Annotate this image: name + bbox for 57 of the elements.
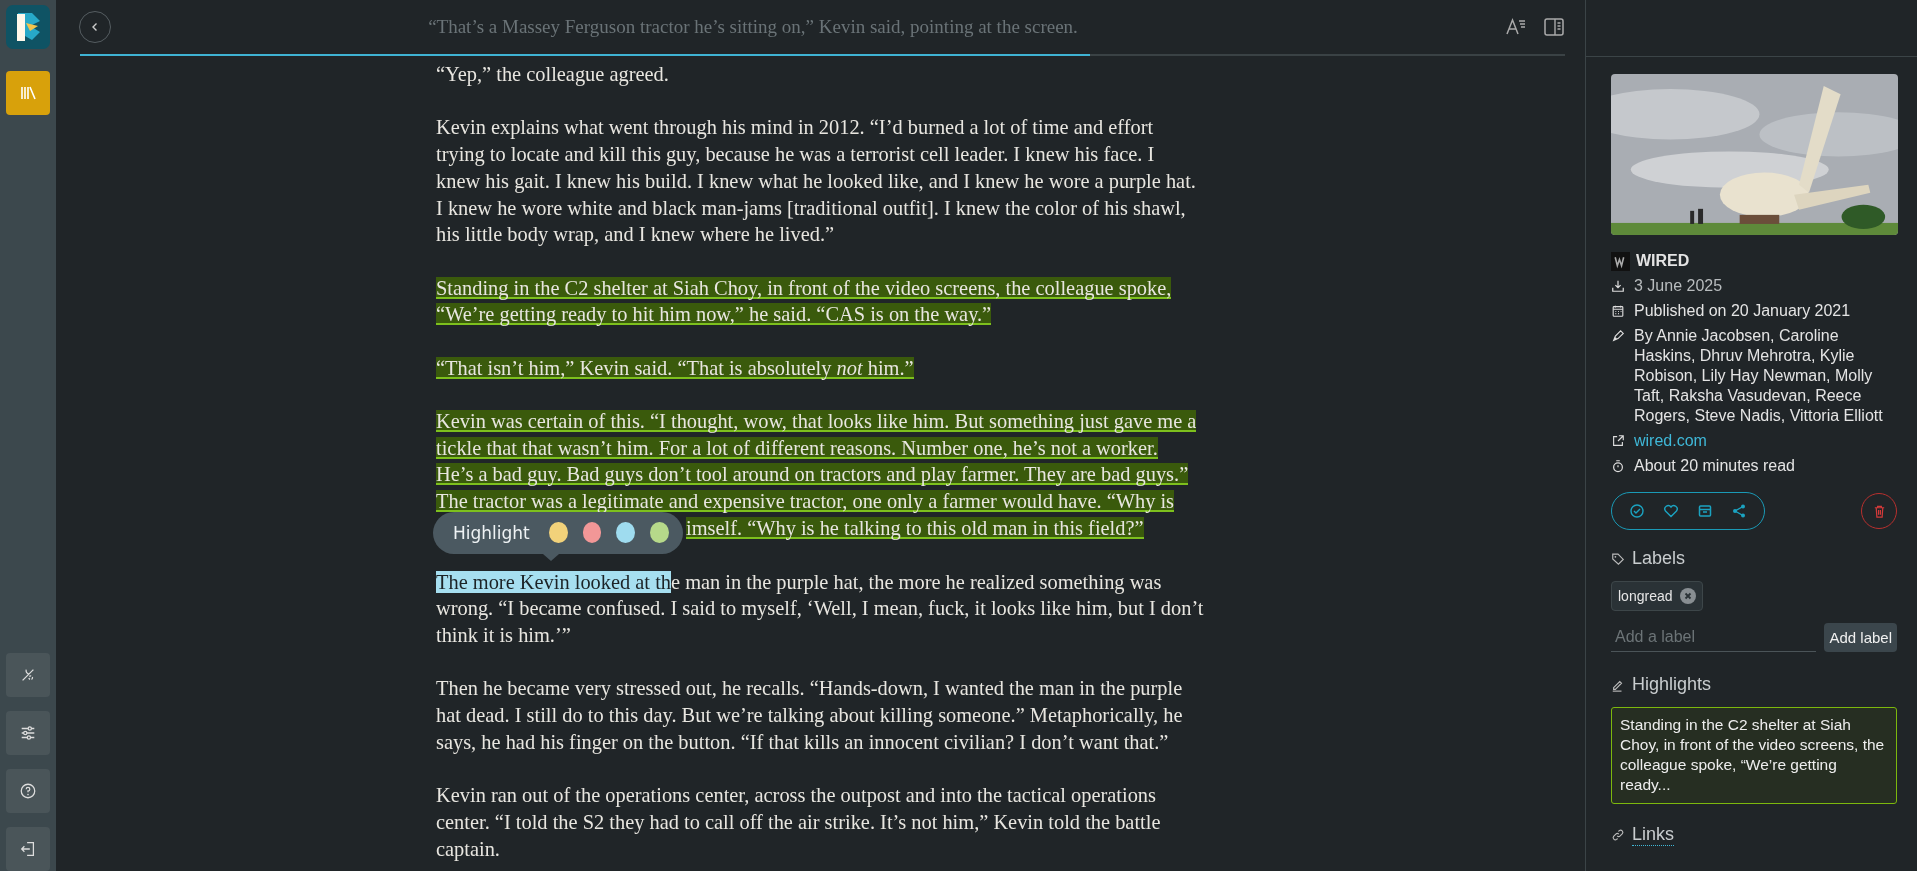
label-text: longread — [1618, 588, 1673, 604]
share-icon[interactable] — [1731, 503, 1747, 519]
links-heading[interactable]: Links — [1632, 824, 1675, 846]
highlighted-text: The tractor was a legitimate and expensive tractor, one only a farmer would have. “Why is — [436, 490, 1175, 513]
saved-date: 3 June 2025 — [1634, 276, 1723, 296]
download-icon — [1611, 279, 1625, 293]
source-logo-icon — [1611, 251, 1630, 271]
logout-icon — [19, 840, 37, 858]
sidebar-toggle-icon[interactable] — [1543, 16, 1565, 38]
tag-icon — [1611, 551, 1625, 566]
article-paragraph: Then he became very stressed out, he recalls. “Hands-down, I wanted the man in the purple hat dead. I still do to this day. But we’re talking about killing someone.” Metaphorically, he says, he had his finger on the button. “If that kills an innocent civilian? I don’t want that.” — [436, 676, 1184, 756]
highlights-heading: Highlights — [1632, 674, 1712, 695]
highlighted-text: imself. “Why is he talking to this old man in this field?” — [686, 517, 1144, 540]
heart-icon[interactable] — [1663, 503, 1679, 519]
source-name: WIRED — [1636, 251, 1690, 271]
help-icon — [19, 782, 37, 800]
article-paragraph: Kevin explains what went through his mind in 2012. “I’d burned a lot of time and effort trying to locate and kill this guy, because he was a terrorist cell leader. I knew his face. I knew his gait. I knew his build. I knew what he looked like, and I knew he wore a purple hat. I knew he wore white and black man-jams [traditional outfit]. I knew the color of his shawl, his little body wrap, and I knew where he lived.” — [436, 115, 1197, 248]
theme-toggle-button[interactable] — [6, 653, 50, 697]
highlight-color-swatch[interactable] — [548, 522, 568, 544]
source-link[interactable]: wired.com — [1634, 431, 1707, 451]
pen-icon — [1611, 329, 1625, 343]
highlighted-text: Standing in the C2 shelter at Siah Choy, in front of the video screens, the colleague spoke, — [436, 276, 1172, 299]
sliders-icon — [19, 724, 37, 742]
calendar-icon — [1611, 304, 1625, 318]
highlighted-text: tickle that that wasn’t him. For a lot of different reasons. Number one, he’s not a worker. — [436, 436, 1158, 459]
archive-icon[interactable] — [1697, 503, 1713, 519]
popup-label: Highlight — [453, 521, 530, 545]
highlight-color-swatch[interactable] — [582, 522, 602, 544]
selected-text: The more Kevin looked at th — [436, 570, 671, 593]
stopwatch-icon — [1611, 459, 1625, 473]
highlight-color-swatch[interactable] — [650, 522, 669, 544]
add-label-button[interactable]: Add label — [1824, 623, 1897, 652]
link-icon — [1611, 828, 1625, 842]
help-button[interactable] — [6, 769, 50, 813]
highlighted-text: Kevin was certain of this. “I thought, wow, that looks like him. But something just gave me a — [436, 410, 1197, 433]
settings-button[interactable] — [6, 711, 50, 755]
remove-icon[interactable] — [1679, 588, 1696, 604]
highlighted-text: “That isn’t him,” Kevin said. “That is absolutely not him.” — [436, 356, 914, 379]
article-paragraph: Kevin ran out of the operations center, across the outpost and into the tactical operations center. “I told the S2 they had to call off the air strike. It’s not him,” Kevin told the battle captain. — [436, 783, 1162, 863]
app-logo[interactable] — [6, 5, 50, 49]
authors-text: By Annie Jacobsen, Caroline Haskins, Dhruv Mehrotra, Kylie Robison, Lily Hay Newman, Molly Taft, Raksha Vasudevan, Reece Rogers, Steve Nadis, Vittoria Elliott — [1634, 326, 1884, 426]
highlight-color-swatch[interactable] — [616, 522, 636, 544]
paragraph-text: wrong. “I became confused. I said to myself, ‘Well, I mean, fuck, it looks like him, but I don’t — [436, 597, 1204, 620]
highlighted-text: He’s a bad guy. Bad guys don’t tool around on tractors and play farmer. They are bad guys.” — [436, 463, 1189, 486]
label-input-field[interactable]: Add a label — [1611, 623, 1817, 652]
paragraph-text: e man in the purple hat, the more he realized something was — [671, 570, 1162, 593]
highlight-card[interactable]: Standing in the C2 shelter at Siah Choy, in front of the video screens, the colleague spoke, “We’re getting ready... — [1611, 707, 1897, 804]
logout-button[interactable] — [6, 827, 50, 871]
reading-time: About 20 minutes read — [1634, 456, 1795, 476]
article-title: “That’s a Massey Ferguson tractor he’s sitting on,” Kevin said, pointing at the screen. — [427, 16, 1079, 38]
published-date: Published on 20 January 2021 — [1634, 301, 1851, 321]
external-link-icon — [1611, 434, 1625, 448]
paragraph-text: think it is him.’” — [436, 624, 571, 647]
article-paragraph: “Yep,” the colleague agreed. — [436, 62, 670, 88]
check-circle-icon[interactable] — [1629, 503, 1645, 519]
labels-heading: Labels — [1632, 548, 1686, 569]
highlighted-text: “We’re getting ready to hit him now,” he said. “CAS is on the way.” — [436, 303, 992, 326]
